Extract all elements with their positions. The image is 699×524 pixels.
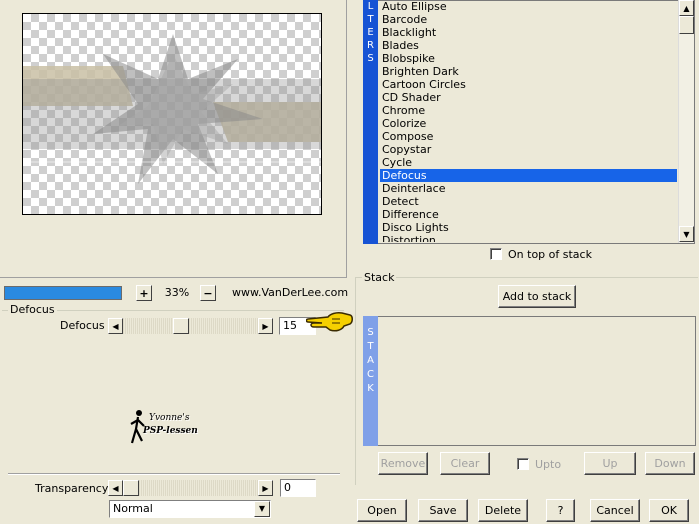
stack-group-title: Stack xyxy=(362,271,397,284)
list-item[interactable]: Copystar xyxy=(380,143,677,156)
on-top-checkbox[interactable] xyxy=(490,248,502,260)
side-letter: C xyxy=(367,369,374,380)
zoom-in-button[interactable]: + xyxy=(136,285,152,301)
side-letter: K xyxy=(367,383,374,394)
transparency-label: Transparency xyxy=(35,482,109,495)
transparency-value-field[interactable]: 0 xyxy=(280,479,316,497)
blend-mode-select[interactable]: Normal ▼ xyxy=(109,500,271,518)
delete-button[interactable]: Delete xyxy=(478,499,528,522)
side-letter: A xyxy=(367,355,374,366)
cancel-button[interactable]: Cancel xyxy=(590,499,640,522)
slider-track[interactable] xyxy=(123,480,258,496)
slider-thumb[interactable] xyxy=(173,318,189,334)
preview-image[interactable] xyxy=(22,13,322,215)
list-item[interactable]: Auto Ellipse xyxy=(380,0,677,13)
stack-list[interactable] xyxy=(363,316,696,446)
list-item[interactable]: Distortion xyxy=(380,234,677,242)
list-item[interactable]: Blobspike xyxy=(380,52,677,65)
plus-icon: + xyxy=(139,286,149,300)
list-item[interactable]: Compose xyxy=(380,130,677,143)
side-letter: R xyxy=(367,40,374,51)
slider-left-arrow-icon[interactable]: ◀ xyxy=(108,480,123,496)
list-item[interactable]: Colorize xyxy=(380,117,677,130)
scroll-up-arrow-icon[interactable]: ▲ xyxy=(679,0,694,16)
filters-list[interactable]: Auto Ellipse Barcode Blacklight Blades B… xyxy=(380,0,677,242)
down-button[interactable]: Down xyxy=(645,452,695,475)
add-to-stack-button[interactable]: Add to stack xyxy=(498,285,576,308)
list-item[interactable]: Barcode xyxy=(380,13,677,26)
pointing-hand-icon xyxy=(305,308,354,337)
list-item[interactable]: CD Shader xyxy=(380,91,677,104)
minus-icon: − xyxy=(203,286,213,300)
filters-scrollbar[interactable]: ▲ ▼ xyxy=(678,0,694,243)
zoom-value: 33% xyxy=(156,285,198,302)
blend-mode-value: Normal xyxy=(113,502,153,515)
side-letter: T xyxy=(367,14,374,25)
clear-button[interactable]: Clear xyxy=(440,452,490,475)
logo-text-2: PSP-lessen xyxy=(143,426,198,436)
logo-text-1: Yvonne's xyxy=(149,413,190,423)
filters-side-bar: L T E R S xyxy=(363,0,378,244)
save-button[interactable]: Save xyxy=(418,499,468,522)
ok-button[interactable]: OK xyxy=(649,499,689,522)
up-button[interactable]: Up xyxy=(584,452,636,475)
defocus-slider[interactable]: ◀ ▶ xyxy=(108,318,273,334)
scroll-down-arrow-icon[interactable]: ▼ xyxy=(679,226,694,242)
slider-track[interactable] xyxy=(123,318,258,334)
defocus-group-title: Defocus xyxy=(8,303,57,316)
defocus-slider-label: Defocus xyxy=(60,319,105,332)
list-item[interactable]: Brighten Dark xyxy=(380,65,677,78)
chevron-down-icon[interactable]: ▼ xyxy=(254,501,270,517)
list-item-selected[interactable]: Defocus xyxy=(380,169,677,182)
side-letter: S xyxy=(367,327,374,338)
on-top-label: On top of stack xyxy=(508,248,592,261)
side-letter: L xyxy=(367,1,374,12)
side-letter: S xyxy=(367,53,374,64)
remove-button[interactable]: Remove xyxy=(378,452,428,475)
list-item[interactable]: Chrome xyxy=(380,104,677,117)
slider-right-arrow-icon[interactable]: ▶ xyxy=(258,318,273,334)
list-item[interactable]: Blades xyxy=(380,39,677,52)
slider-thumb[interactable] xyxy=(123,480,139,496)
slider-left-arrow-icon[interactable]: ◀ xyxy=(108,318,123,334)
transparency-slider[interactable]: ◀ ▶ xyxy=(108,480,273,496)
list-item[interactable]: Blacklight xyxy=(380,26,677,39)
progress-bar xyxy=(4,286,122,300)
list-item[interactable]: Disco Lights xyxy=(380,221,677,234)
open-button[interactable]: Open xyxy=(357,499,407,522)
list-item[interactable]: Difference xyxy=(380,208,677,221)
stack-side-bar: S T A C K xyxy=(363,316,378,446)
divider xyxy=(8,473,340,475)
help-button[interactable]: ? xyxy=(546,499,575,522)
list-item[interactable]: Detect xyxy=(380,195,677,208)
list-item[interactable]: Cycle xyxy=(380,156,677,169)
slider-right-arrow-icon[interactable]: ▶ xyxy=(258,480,273,496)
zoom-out-button[interactable]: − xyxy=(200,285,216,301)
preview-graphic xyxy=(23,34,321,184)
walking-figure-icon: Yvonne's PSP-lessen xyxy=(129,409,219,447)
side-letter: T xyxy=(367,341,374,352)
list-item[interactable]: Deinterlace xyxy=(380,182,677,195)
side-letter: E xyxy=(367,27,374,38)
website-label: www.VanDerLee.com xyxy=(232,286,349,299)
upto-checkbox[interactable] xyxy=(517,458,529,470)
upto-label: Upto xyxy=(535,458,562,471)
scroll-thumb[interactable] xyxy=(679,16,694,34)
list-item[interactable]: Cartoon Circles xyxy=(380,78,677,91)
